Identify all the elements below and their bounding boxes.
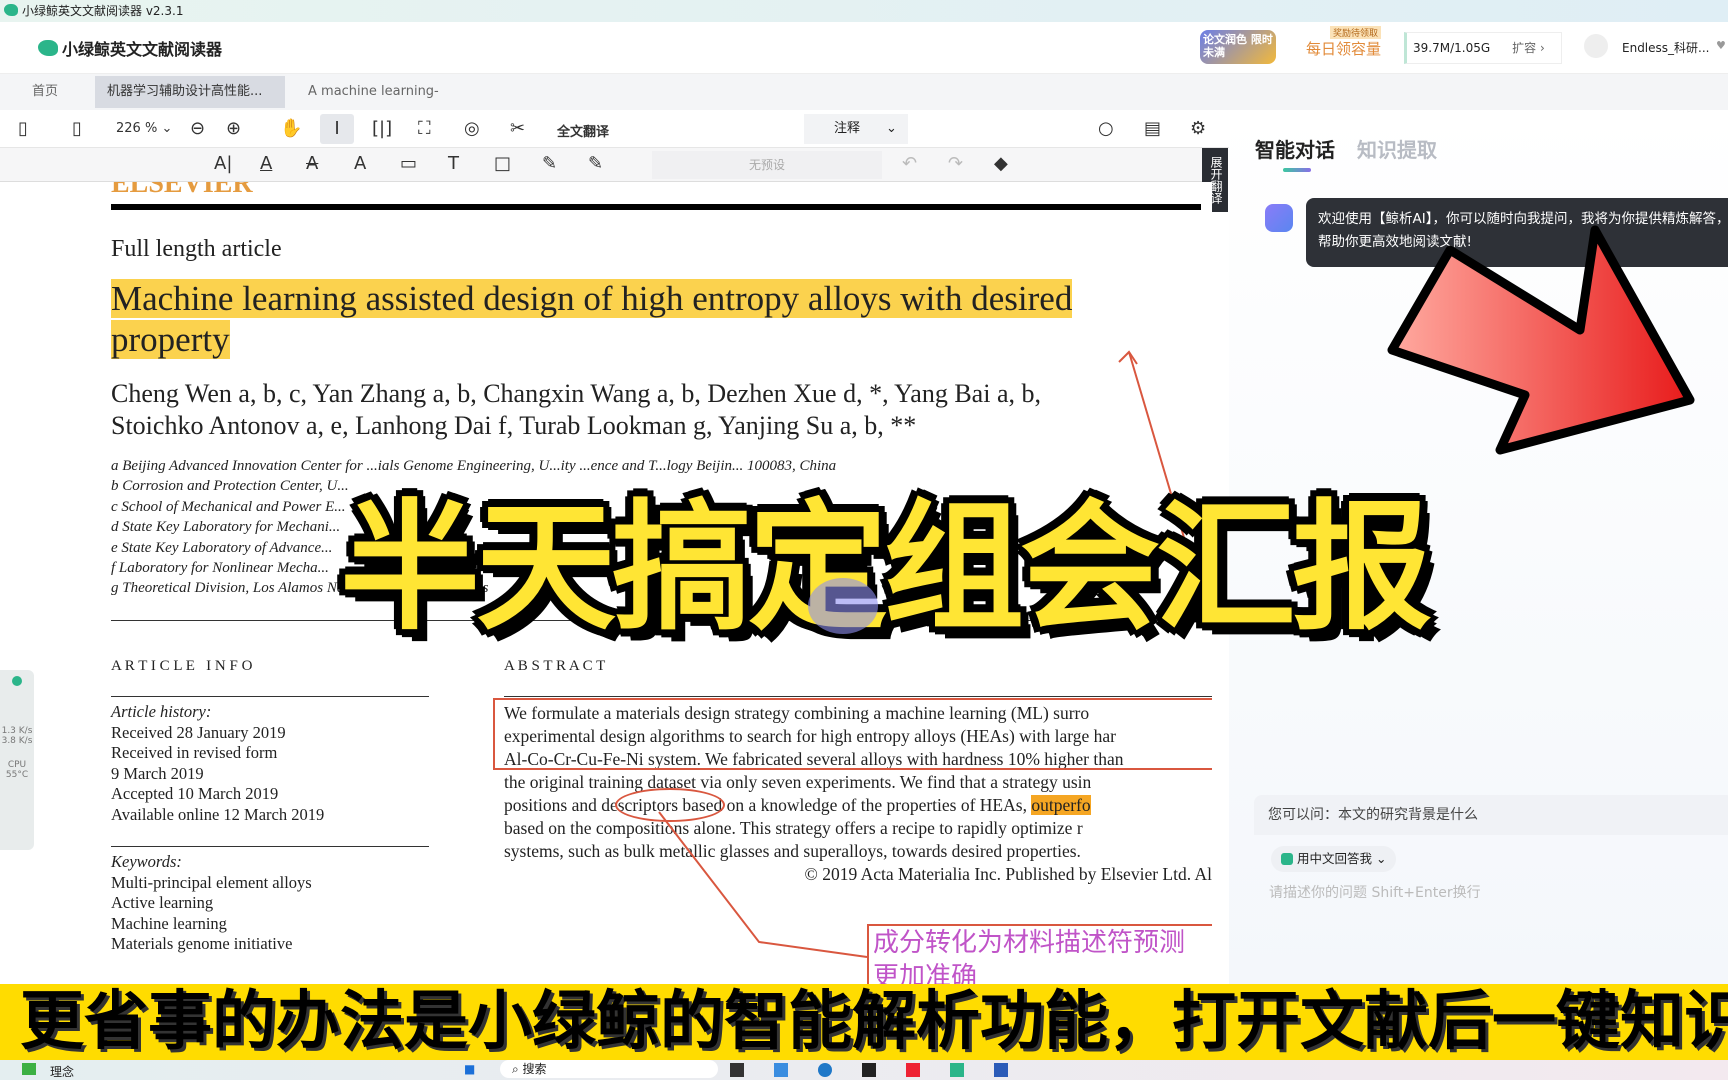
expand-storage-button[interactable]: 扩容 ›	[1512, 41, 1545, 55]
app-icon[interactable]	[906, 1063, 920, 1077]
avatar[interactable]	[1584, 34, 1608, 58]
tab-bar: 首页 机器学习辅助设计高性能... × A machine learning-b…	[0, 74, 1728, 131]
eraser-icon[interactable]: ◆	[994, 153, 1008, 174]
undo-icon[interactable]: ↶	[902, 153, 917, 174]
comment-icon[interactable]: ▤	[1144, 118, 1161, 139]
sidebar-toggle-icon[interactable]: ▯	[18, 118, 28, 139]
redo-icon[interactable]: ↷	[948, 153, 963, 174]
language-value: 用中文回答我	[1296, 851, 1372, 866]
weather-icon	[22, 1063, 36, 1075]
tab-home[interactable]: 首页	[20, 76, 70, 108]
status-dot	[12, 676, 22, 686]
storage-usage: 39.7M/1.05G	[1413, 41, 1491, 55]
main-toolbar: ▯ ▯ 226 % ⌄ ⊖ ⊕ ✋ I [|] ⛶ ◎ ✂ 全文翻译 注释 ⌄ ○…	[0, 110, 1229, 148]
app-logo: 小绿鲸英文文献阅读器	[38, 36, 222, 60]
annotation-toolbar: A| A A A ▭ T □ ✎ ✎ 无预设 ↶ ↷ ◆	[0, 148, 1212, 182]
chevron-down-icon: ⌄	[886, 121, 897, 136]
weather-text: 理念	[50, 1065, 75, 1079]
daily-capacity-button[interactable]: 每日领容量	[1306, 38, 1381, 59]
zoom-level: 226 %	[116, 121, 158, 136]
pen-icon[interactable]: ✎	[542, 153, 557, 174]
text-box-icon[interactable]: A|	[214, 153, 232, 174]
squiggly-icon[interactable]: A	[354, 153, 366, 174]
text-select-icon[interactable]: I	[320, 114, 354, 144]
net-speed: 1.3 K/s	[1, 726, 33, 736]
tab-document-1[interactable]: 机器学习辅助设计高性能... ×	[95, 76, 285, 131]
tab-smart-chat[interactable]: 智能对话	[1255, 134, 1335, 163]
full-translate-button[interactable]: 全文翻译	[557, 121, 609, 140]
arrow-head	[1118, 350, 1138, 365]
edge-icon[interactable]	[818, 1063, 832, 1077]
subtitle-banner: 更省事的办法是小绿鲸的智能解析功能，打开文献后一键知识	[0, 984, 1728, 1060]
vip-icon: ♥	[1716, 39, 1726, 52]
search-text: 搜索	[522, 1062, 547, 1076]
storage-box: 39.7M/1.05G 扩容 ›	[1404, 32, 1562, 64]
whale-icon	[38, 40, 58, 56]
net-speed: 3.8 K/s	[1, 736, 33, 746]
text-icon[interactable]: T	[448, 153, 459, 174]
highlighter-icon[interactable]: ✎	[588, 153, 603, 174]
mode-value: 注释	[834, 121, 861, 136]
app-header: 小绿鲸英文文献阅读器 论文润色 限时未满 奖励待领取 每日领容量 39.7M/1…	[0, 22, 1728, 74]
tab-knowledge-extract[interactable]: 知识提取	[1357, 134, 1437, 163]
page-view-icon[interactable]: ▯	[72, 118, 82, 139]
red-arrow-graphic	[1387, 225, 1695, 455]
window-title: 小绿鲸英文文献阅读器 v2.3.1	[22, 4, 184, 18]
underline-icon[interactable]: A	[260, 153, 272, 174]
windows-start-icon[interactable]: ■	[464, 1062, 475, 1076]
settings-icon[interactable]: ⚙	[1190, 118, 1206, 139]
cursor-highlight	[808, 578, 878, 634]
taskbar-apps	[730, 1063, 1008, 1077]
username[interactable]: Endless_科研...	[1622, 39, 1709, 56]
taskbar-search[interactable]: ⌕ 搜索	[500, 1060, 718, 1078]
preset-select[interactable]: 无预设	[652, 151, 882, 179]
tab-document-2[interactable]: A machine learning-base... ×	[296, 76, 486, 131]
note-icon[interactable]: ▭	[400, 153, 417, 174]
app-icon[interactable]	[774, 1063, 788, 1077]
annotation-arrow	[658, 811, 868, 958]
suggested-question[interactable]: 您可以问：本文的研究背景是什么	[1254, 795, 1728, 835]
cpu-temp: CPU 55°C	[5, 760, 29, 780]
mode-select[interactable]: 注释 ⌄	[804, 114, 908, 144]
question-input[interactable]: 请描述你的问题 Shift+Enter换行	[1269, 882, 1481, 902]
hand-tool-icon[interactable]: ✋	[280, 118, 302, 139]
zoom-select[interactable]: 226 % ⌄	[116, 121, 172, 136]
window-title-bar: 小绿鲸英文文献阅读器 v2.3.1	[0, 0, 1728, 22]
search-icon[interactable]: ○	[1098, 118, 1114, 139]
language-select[interactable]: 用中文回答我 ⌄	[1271, 846, 1397, 872]
chinese-icon	[1281, 853, 1293, 865]
scissors-icon[interactable]: ✂	[510, 118, 525, 139]
app-icon[interactable]	[730, 1063, 744, 1077]
tab-label: 机器学习辅助设计高性能...	[107, 84, 263, 99]
zoom-out-icon[interactable]: ⊖	[190, 118, 205, 139]
split-view-icon[interactable]: [|]	[372, 118, 392, 139]
app-icon	[4, 4, 18, 16]
app-name: 小绿鲸英文文献阅读器	[62, 40, 223, 59]
active-tab-indicator	[1283, 168, 1311, 172]
whale-app-icon[interactable]	[950, 1063, 964, 1077]
overlay-title: 半天搞定组会汇报	[340, 487, 1432, 650]
fullscreen-icon[interactable]: ⛶	[418, 118, 431, 139]
ai-avatar	[1265, 204, 1293, 232]
screenshot-icon[interactable]: ◎	[464, 118, 480, 139]
system-monitor-widget: 1.3 K/s 3.8 K/s CPU 55°C	[0, 670, 34, 850]
app-icon[interactable]	[862, 1063, 876, 1077]
taskbar: 理念 ■ ⌕ 搜索	[0, 1060, 1728, 1080]
rectangle-icon[interactable]: □	[494, 153, 511, 174]
strikethrough-icon[interactable]: A	[306, 153, 318, 174]
promo-badge[interactable]: 论文润色 限时未满	[1200, 30, 1276, 64]
arrow-shape	[1387, 225, 1695, 455]
zoom-in-icon[interactable]: ⊕	[226, 118, 241, 139]
word-icon[interactable]	[994, 1063, 1008, 1077]
